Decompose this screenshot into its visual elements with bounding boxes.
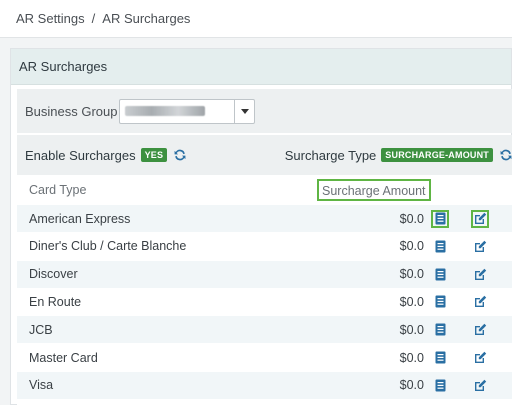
card-type-cell: Diner's Club / Carte Blanche	[29, 239, 187, 254]
edit-icon[interactable]	[471, 376, 489, 394]
surcharge-type-label: Surcharge Type	[284, 147, 377, 163]
card-type-cell: Discover	[29, 267, 78, 282]
document-icon[interactable]	[431, 293, 449, 311]
table-row: American Express $0.0	[17, 205, 512, 232]
table-row: Visa $0.0	[17, 371, 512, 399]
business-group-label: Business Group	[25, 103, 118, 119]
edit-icon[interactable]	[471, 237, 489, 255]
surcharge-amount-cell: $0.0	[399, 267, 424, 282]
surcharge-amount-cell: $0.0	[399, 211, 424, 226]
enable-surcharges-label: Enable Surcharges	[25, 147, 136, 163]
surcharge-amount-cell: $0.0	[399, 378, 424, 393]
surcharge-type-group: Surcharge Type SURCHARGE-AMOUNT	[285, 135, 512, 175]
document-icon[interactable]	[431, 237, 449, 255]
card-type-cell: En Route	[29, 294, 82, 309]
business-group-select[interactable]	[119, 98, 255, 124]
edit-icon[interactable]	[471, 293, 489, 311]
edit-icon[interactable]	[471, 321, 489, 339]
edit-icon[interactable]	[471, 265, 489, 283]
column-header-card-type: Card Type	[29, 183, 87, 197]
surcharge-type-badge: SURCHARGE-AMOUNT	[381, 148, 493, 162]
surcharge-amount-cell: $0.0	[399, 322, 424, 337]
breadcrumb-separator: /	[91, 11, 96, 26]
document-icon[interactable]	[431, 349, 449, 367]
breadcrumb-current: AR Surcharges	[102, 11, 191, 26]
surcharge-amount-cell: $0.0	[399, 294, 424, 309]
card-type-cell: Visa	[29, 378, 54, 393]
chevron-down-icon[interactable]	[234, 99, 254, 123]
surcharge-table: Card Type Surcharge Amount American Expr…	[17, 175, 512, 405]
table-row: Discover $0.0	[17, 260, 512, 288]
enable-surcharges-badge: YES	[140, 148, 168, 162]
card-type-cell: JCB	[29, 322, 53, 337]
breadcrumb-parent-link[interactable]: AR Settings	[16, 11, 85, 26]
business-group-row: Business Group	[17, 89, 512, 133]
document-icon[interactable]	[431, 265, 449, 283]
business-group-value-redacted	[125, 106, 205, 116]
surcharge-options-row: Enable Surcharges YES Surcharge Type SUR…	[17, 135, 512, 175]
table-header: Card Type Surcharge Amount	[17, 175, 512, 205]
document-icon[interactable]	[431, 376, 449, 394]
refresh-icon[interactable]	[499, 148, 512, 162]
edit-icon[interactable]	[471, 209, 489, 228]
refresh-icon[interactable]	[173, 148, 187, 162]
card-type-cell: Master Card	[29, 350, 98, 365]
panel-title: AR Surcharges	[11, 49, 511, 85]
surcharges-panel: AR Surcharges Business Group Enable Surc…	[10, 48, 512, 405]
surcharge-amount-cell: $0.0	[399, 239, 424, 254]
table-row: En Route $0.0	[17, 288, 512, 315]
table-row: Diner's Club / Carte Blanche $0.0	[17, 233, 512, 260]
document-icon[interactable]	[431, 209, 449, 228]
table-row: Master Card $0.0	[17, 344, 512, 371]
surcharge-amount-cell: $0.0	[399, 350, 424, 365]
document-icon[interactable]	[431, 321, 449, 339]
card-type-cell: American Express	[29, 211, 131, 226]
table-row: JCB $0.0	[17, 316, 512, 344]
column-header-surcharge-amount: Surcharge Amount	[317, 179, 431, 201]
edit-icon[interactable]	[471, 349, 489, 367]
breadcrumb: AR Settings / AR Surcharges	[0, 0, 512, 38]
